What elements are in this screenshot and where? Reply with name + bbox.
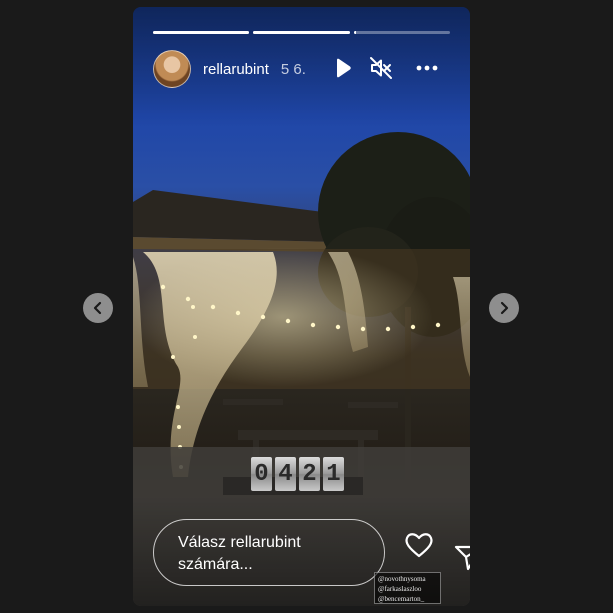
next-story-button[interactable]	[489, 293, 519, 323]
speaker-muted-icon	[370, 57, 392, 79]
heart-icon	[405, 533, 433, 558]
like-button[interactable]	[403, 529, 435, 561]
progress-segment	[353, 31, 450, 34]
counter-digit: 1	[323, 457, 344, 491]
progress-segment	[253, 31, 350, 34]
counter-digit: 4	[275, 457, 296, 491]
mention-tag: @farkaslaszloo	[378, 585, 422, 593]
more-horizontal-icon	[416, 65, 438, 71]
chevron-right-icon	[500, 301, 509, 315]
mention-sticker[interactable]: @novothnysoma @farkaslaszloo @bencemarto…	[374, 572, 441, 604]
flip-counter: 0 4 2 1	[251, 457, 344, 491]
counter-digit: 0	[251, 457, 272, 491]
avatar[interactable]	[153, 50, 191, 88]
send-icon	[454, 545, 470, 571]
play-icon	[337, 58, 351, 78]
progress-segment	[153, 31, 250, 34]
story-header: rellarubint 5 6.	[153, 48, 450, 90]
reply-input[interactable]: Válasz rellarubint számára...	[153, 519, 385, 586]
story-viewer: rellarubint 5 6. 0 4 2 1 Válasz rellarub…	[0, 0, 613, 613]
share-button[interactable]	[453, 542, 470, 574]
story-timestamp: 5 6.	[280, 60, 306, 78]
username-link[interactable]: rellarubint	[203, 61, 269, 78]
mute-button[interactable]	[369, 56, 393, 80]
more-options-button[interactable]	[415, 56, 439, 80]
mention-tag: @novothnysoma	[378, 575, 426, 583]
previous-story-button[interactable]	[83, 293, 113, 323]
mention-tag: @bencemarton_	[378, 595, 425, 603]
story-card[interactable]: rellarubint 5 6. 0 4 2 1 Válasz rellarub…	[133, 7, 470, 606]
chevron-left-icon	[93, 301, 102, 315]
counter-digit: 2	[299, 457, 320, 491]
play-button[interactable]	[331, 56, 355, 80]
story-progress-bar	[153, 31, 450, 34]
